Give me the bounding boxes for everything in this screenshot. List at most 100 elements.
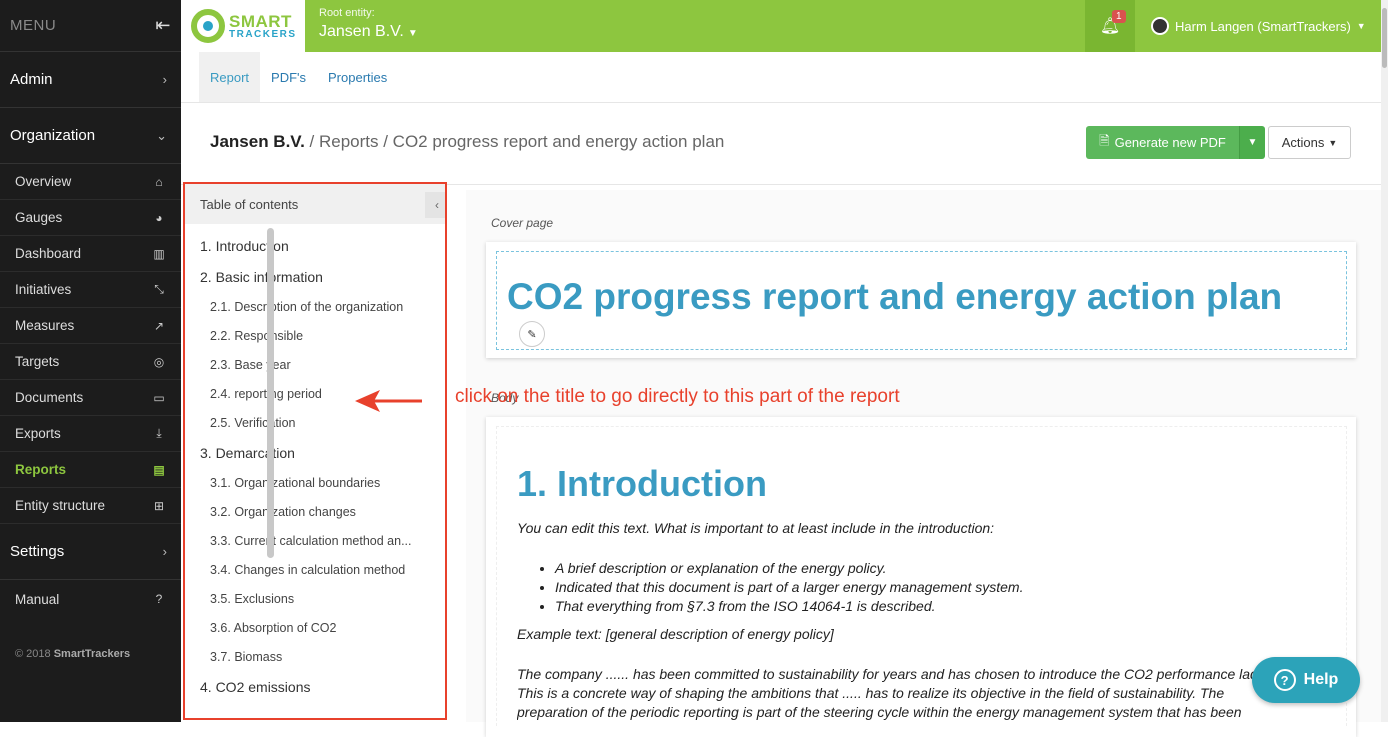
body-editable[interactable]: 1. Introduction You can edit this text. … (496, 426, 1347, 726)
tab-properties[interactable]: Properties (317, 52, 398, 102)
avatar (1151, 17, 1169, 35)
annotation-text: click on the title to go directly to thi… (455, 386, 900, 407)
toc-entry[interactable]: 1. Introduction (185, 230, 445, 261)
sidebar-item-exports[interactable]: Exports ⤓ (0, 416, 181, 452)
generate-pdf-label: Generate new PDF (1114, 135, 1226, 150)
generate-pdf-button[interactable]: 🗎 Generate new PDF (1086, 126, 1239, 159)
collapse-sidebar-icon[interactable]: ⇤ (155, 15, 171, 36)
pencil-icon[interactable]: ✎ (519, 321, 545, 347)
list-item: Indicated that this document is part of … (555, 578, 1023, 597)
list-item: A brief description or explanation of th… (555, 559, 1023, 578)
sitemap-icon: ⊞ (153, 498, 165, 513)
caret-down-icon: ▼ (407, 28, 418, 39)
toc-entry[interactable]: 2. Basic information (185, 261, 445, 292)
table-of-contents-panel: Table of contents ‹ 1. Introduction 2. Ba… (183, 182, 447, 720)
collapse-toc-button[interactable]: ‹ (425, 192, 445, 218)
toc-entry[interactable]: 3.3. Current calculation method an... (185, 526, 433, 555)
user-menu[interactable]: Harm Langen (SmartTrackers) ▼ (1151, 17, 1366, 35)
user-name: Harm Langen (SmartTrackers) (1175, 18, 1351, 34)
chevron-right-icon: › (162, 544, 167, 559)
chevron-down-icon: ⌄ (156, 127, 167, 143)
toc-entry[interactable]: 3.1. Organizational boundaries (185, 468, 433, 497)
sidebar-item-entity-structure[interactable]: Entity structure ⊞ (0, 488, 181, 524)
sidebar-item-dashboard[interactable]: Dashboard ▥ (0, 236, 181, 272)
tab-pdfs[interactable]: PDF's (260, 52, 317, 102)
sidebar-item-gauges[interactable]: Gauges ◕ (0, 200, 181, 236)
notifications-button[interactable]: 🔔︎ 1 (1085, 0, 1135, 52)
menu-header: MENU ⇤ (0, 0, 181, 52)
copyright: © 2018 SmartTrackers (15, 648, 130, 660)
sidebar-section-label: Settings (10, 543, 65, 560)
toc-entry[interactable]: 2.3. Base year (185, 350, 433, 379)
page-scrollbar[interactable] (1382, 8, 1387, 68)
toc-scrollbar[interactable] (267, 228, 274, 558)
toc-entry[interactable]: 2.2. Responsible (185, 321, 433, 350)
body-paragraph: The company ...... has been committed to… (517, 665, 1312, 722)
sidebar-section-organization[interactable]: Organization ⌄ (0, 108, 181, 164)
toc-entry[interactable]: 3.7. Biomass (185, 642, 433, 671)
toc-entry[interactable]: 3.2. Organization changes (185, 497, 433, 526)
notification-badge: 1 (1112, 10, 1126, 23)
page-scrollbar-track (1381, 0, 1388, 722)
sidebar-item-reports[interactable]: Reports ▤ (0, 452, 181, 488)
sidebar-item-overview[interactable]: Overview ⌂ (0, 164, 181, 200)
logo-text-smart: SMART (229, 11, 292, 31)
help-label: Help (1303, 671, 1339, 688)
sidebar-item-measures[interactable]: Measures ↗ (0, 308, 181, 344)
download-icon: ⤓ (156, 426, 162, 440)
question-circle-icon: ? (155, 592, 163, 606)
sidebar-item-label: Exports (15, 426, 61, 441)
cover-page-label: Cover page (491, 216, 554, 230)
cover-title-editable[interactable]: CO2 progress report and energy action pl… (496, 251, 1347, 350)
actions-label: Actions (1281, 135, 1325, 150)
breadcrumb-entity[interactable]: Jansen B.V. (210, 132, 305, 151)
question-icon: ? (1273, 669, 1296, 691)
example-text: Example text: [general description of en… (517, 626, 834, 642)
toc-entry[interactable]: 3.5. Exclusions (185, 584, 433, 613)
sidebar: MENU ⇤ Admin › Organization ⌄ Overview ⌂ G… (0, 0, 181, 722)
copyright-brand: SmartTrackers (53, 648, 131, 660)
target-icon: ◎ (153, 354, 165, 369)
toc-header: Table of contents ‹ (185, 184, 445, 224)
help-button[interactable]: ? Help (1252, 657, 1360, 703)
paragraph-line: This is a concrete way of shaping the am… (517, 685, 1225, 701)
top-bar: SMART TRACKERS Root entity: Jansen B.V. ▼… (181, 0, 1388, 52)
cover-title[interactable]: CO2 progress report and energy action pl… (507, 276, 1282, 318)
breadcrumb: Jansen B.V. / Reports / CO2 progress rep… (210, 132, 724, 152)
sidebar-section-settings[interactable]: Settings › (0, 524, 181, 580)
sidebar-item-label: Dashboard (15, 246, 82, 261)
menu-label: MENU (10, 17, 57, 34)
toc-entry[interactable]: 3.4. Changes in calculation method (185, 555, 433, 584)
sidebar-item-label: Gauges (15, 210, 63, 225)
sidebar-item-targets[interactable]: Targets ◎ (0, 344, 181, 380)
sidebar-item-label: Documents (15, 390, 84, 405)
toc-entry[interactable]: 3. Demarcation (185, 437, 445, 468)
toc-entry[interactable]: 4. CO2 emissions (185, 671, 445, 702)
copyright-year: © 2018 (15, 648, 51, 660)
cover-page-card: CO2 progress report and energy action pl… (486, 242, 1356, 358)
tab-report[interactable]: Report (199, 52, 261, 102)
bar-chart-icon: ▥ (153, 246, 165, 261)
sidebar-item-documents[interactable]: Documents ▭ (0, 380, 181, 416)
line-chart-icon: ↗ (153, 318, 165, 333)
compress-icon: ⤡ (154, 282, 164, 296)
actions-button[interactable]: Actions ▼ (1268, 126, 1351, 159)
root-entity-selector[interactable]: Root entity: Jansen B.V. ▼ (319, 7, 418, 41)
sidebar-item-label: Reports (15, 462, 67, 477)
chevron-right-icon: › (162, 72, 167, 87)
caret-down-icon: ▼ (1356, 21, 1366, 31)
sidebar-item-label: Targets (15, 354, 60, 369)
logo-mark-icon (191, 9, 225, 43)
sidebar-item-label: Entity structure (15, 498, 106, 513)
toc-entry[interactable]: 3.6. Absorption of CO2 (185, 613, 433, 642)
gauge-icon: ◕ (155, 210, 163, 225)
sidebar-section-label: Admin (10, 71, 53, 88)
sidebar-section-admin[interactable]: Admin › (0, 52, 181, 108)
generate-pdf-dropdown-button[interactable]: ▼ (1239, 126, 1265, 159)
logo[interactable]: SMART TRACKERS (181, 0, 305, 52)
sidebar-item-manual[interactable]: Manual ? (0, 580, 181, 618)
bullet-list: A brief description or explanation of th… (537, 559, 1023, 616)
sidebar-item-initiatives[interactable]: Initiatives ⤡ (0, 272, 181, 308)
breadcrumb-path: / Reports / CO2 progress report and ener… (304, 132, 725, 151)
toc-entry[interactable]: 2.1. Description of the organization (185, 292, 433, 321)
